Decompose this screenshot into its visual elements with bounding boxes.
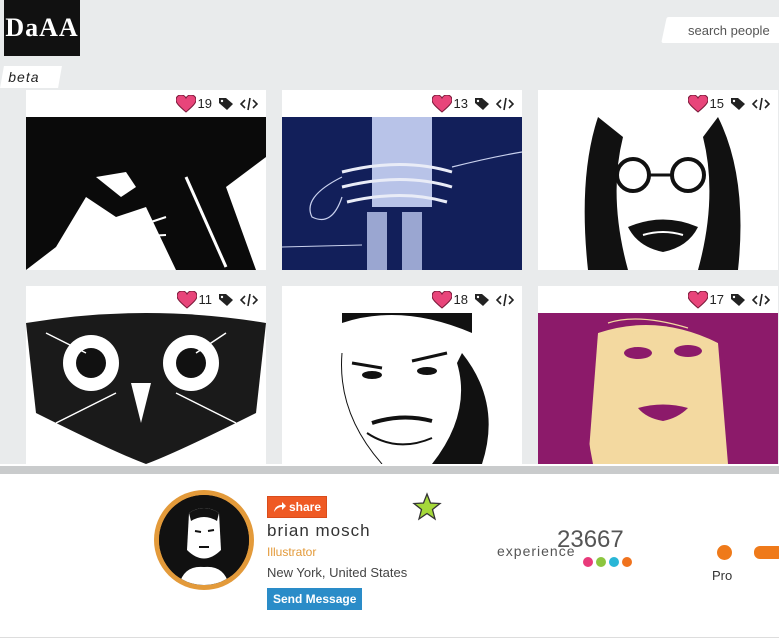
like-button[interactable]: 19 (175, 94, 212, 113)
logo-text: DaAA (5, 13, 79, 42)
tag-icon[interactable] (730, 97, 746, 111)
like-button[interactable]: 13 (431, 94, 468, 113)
artwork-card[interactable]: 18 (282, 286, 522, 464)
card-toolbar: 19 (26, 90, 266, 117)
tag-icon[interactable] (730, 293, 746, 307)
like-button[interactable]: 15 (687, 94, 724, 113)
like-count: 19 (197, 96, 212, 111)
card-toolbar: 13 (282, 90, 522, 117)
favorite-star-icon[interactable] (412, 492, 442, 522)
site-logo[interactable]: DaAA (4, 0, 80, 56)
like-count: 11 (198, 292, 213, 307)
heart-icon (687, 290, 708, 309)
artwork-thumbnail[interactable] (282, 313, 522, 464)
embed-code-icon[interactable] (496, 97, 514, 111)
beta-badge: beta (0, 66, 62, 88)
search-input[interactable] (664, 17, 779, 43)
artwork-card[interactable]: 11 (26, 286, 266, 464)
like-count: 17 (709, 292, 724, 307)
level-marker (717, 545, 732, 560)
experience-dots (583, 557, 632, 567)
card-toolbar: 17 (538, 286, 778, 313)
avatar[interactable] (154, 490, 254, 590)
tag-icon[interactable] (474, 97, 490, 111)
like-count: 15 (709, 96, 724, 111)
embed-code-icon[interactable] (496, 293, 514, 307)
heart-icon (431, 94, 452, 113)
profile-location: New York, United States (267, 565, 408, 580)
artwork-card[interactable]: 15 (538, 90, 778, 270)
heart-icon (431, 290, 452, 309)
like-count: 18 (453, 292, 468, 307)
card-toolbar: 18 (282, 286, 522, 313)
avatar-image (159, 495, 249, 585)
artwork-card[interactable]: 17 (538, 286, 778, 464)
embed-code-icon[interactable] (240, 97, 258, 111)
artwork-card[interactable]: 19 (26, 90, 266, 270)
tag-icon[interactable] (218, 293, 234, 307)
like-button[interactable]: 11 (176, 290, 213, 309)
profile-name: brian mosch (267, 521, 371, 540)
tag-icon[interactable] (218, 97, 234, 111)
share-label: share (289, 500, 322, 514)
embed-code-icon[interactable] (240, 293, 258, 307)
beta-label: beta (8, 69, 40, 85)
card-toolbar: 15 (538, 90, 778, 117)
experience-dot (622, 557, 632, 567)
profile-panel: share brian mosch Illustrator New York, … (0, 474, 779, 638)
artwork-thumbnail[interactable] (282, 117, 522, 270)
search-box[interactable] (661, 17, 779, 43)
artwork-thumbnail[interactable] (26, 117, 266, 270)
artwork-thumbnail[interactable] (538, 313, 778, 464)
like-button[interactable]: 18 (431, 290, 468, 309)
embed-code-icon[interactable] (752, 97, 770, 111)
artwork-thumbnail[interactable] (26, 313, 266, 464)
share-button[interactable]: share (267, 496, 328, 518)
section-divider (0, 464, 779, 474)
experience-dot (583, 557, 593, 567)
tag-icon[interactable] (474, 293, 490, 307)
level-label: Pro (712, 568, 733, 583)
send-message-button[interactable]: Send Message (267, 588, 363, 610)
level-progress-bar (754, 546, 779, 559)
artwork-card[interactable]: 13 (282, 90, 522, 270)
heart-icon (175, 94, 196, 113)
profile-role: Illustrator (267, 545, 317, 559)
heart-icon (687, 94, 708, 113)
card-toolbar: 11 (26, 286, 266, 313)
experience-value: 23667 (557, 526, 624, 553)
heart-icon (176, 290, 197, 309)
artwork-thumbnail[interactable] (538, 117, 778, 270)
experience-dot (596, 557, 606, 567)
like-button[interactable]: 17 (687, 290, 724, 309)
share-arrow-icon (274, 502, 286, 512)
like-count: 13 (453, 96, 468, 111)
embed-code-icon[interactable] (752, 293, 770, 307)
experience-dot (609, 557, 619, 567)
